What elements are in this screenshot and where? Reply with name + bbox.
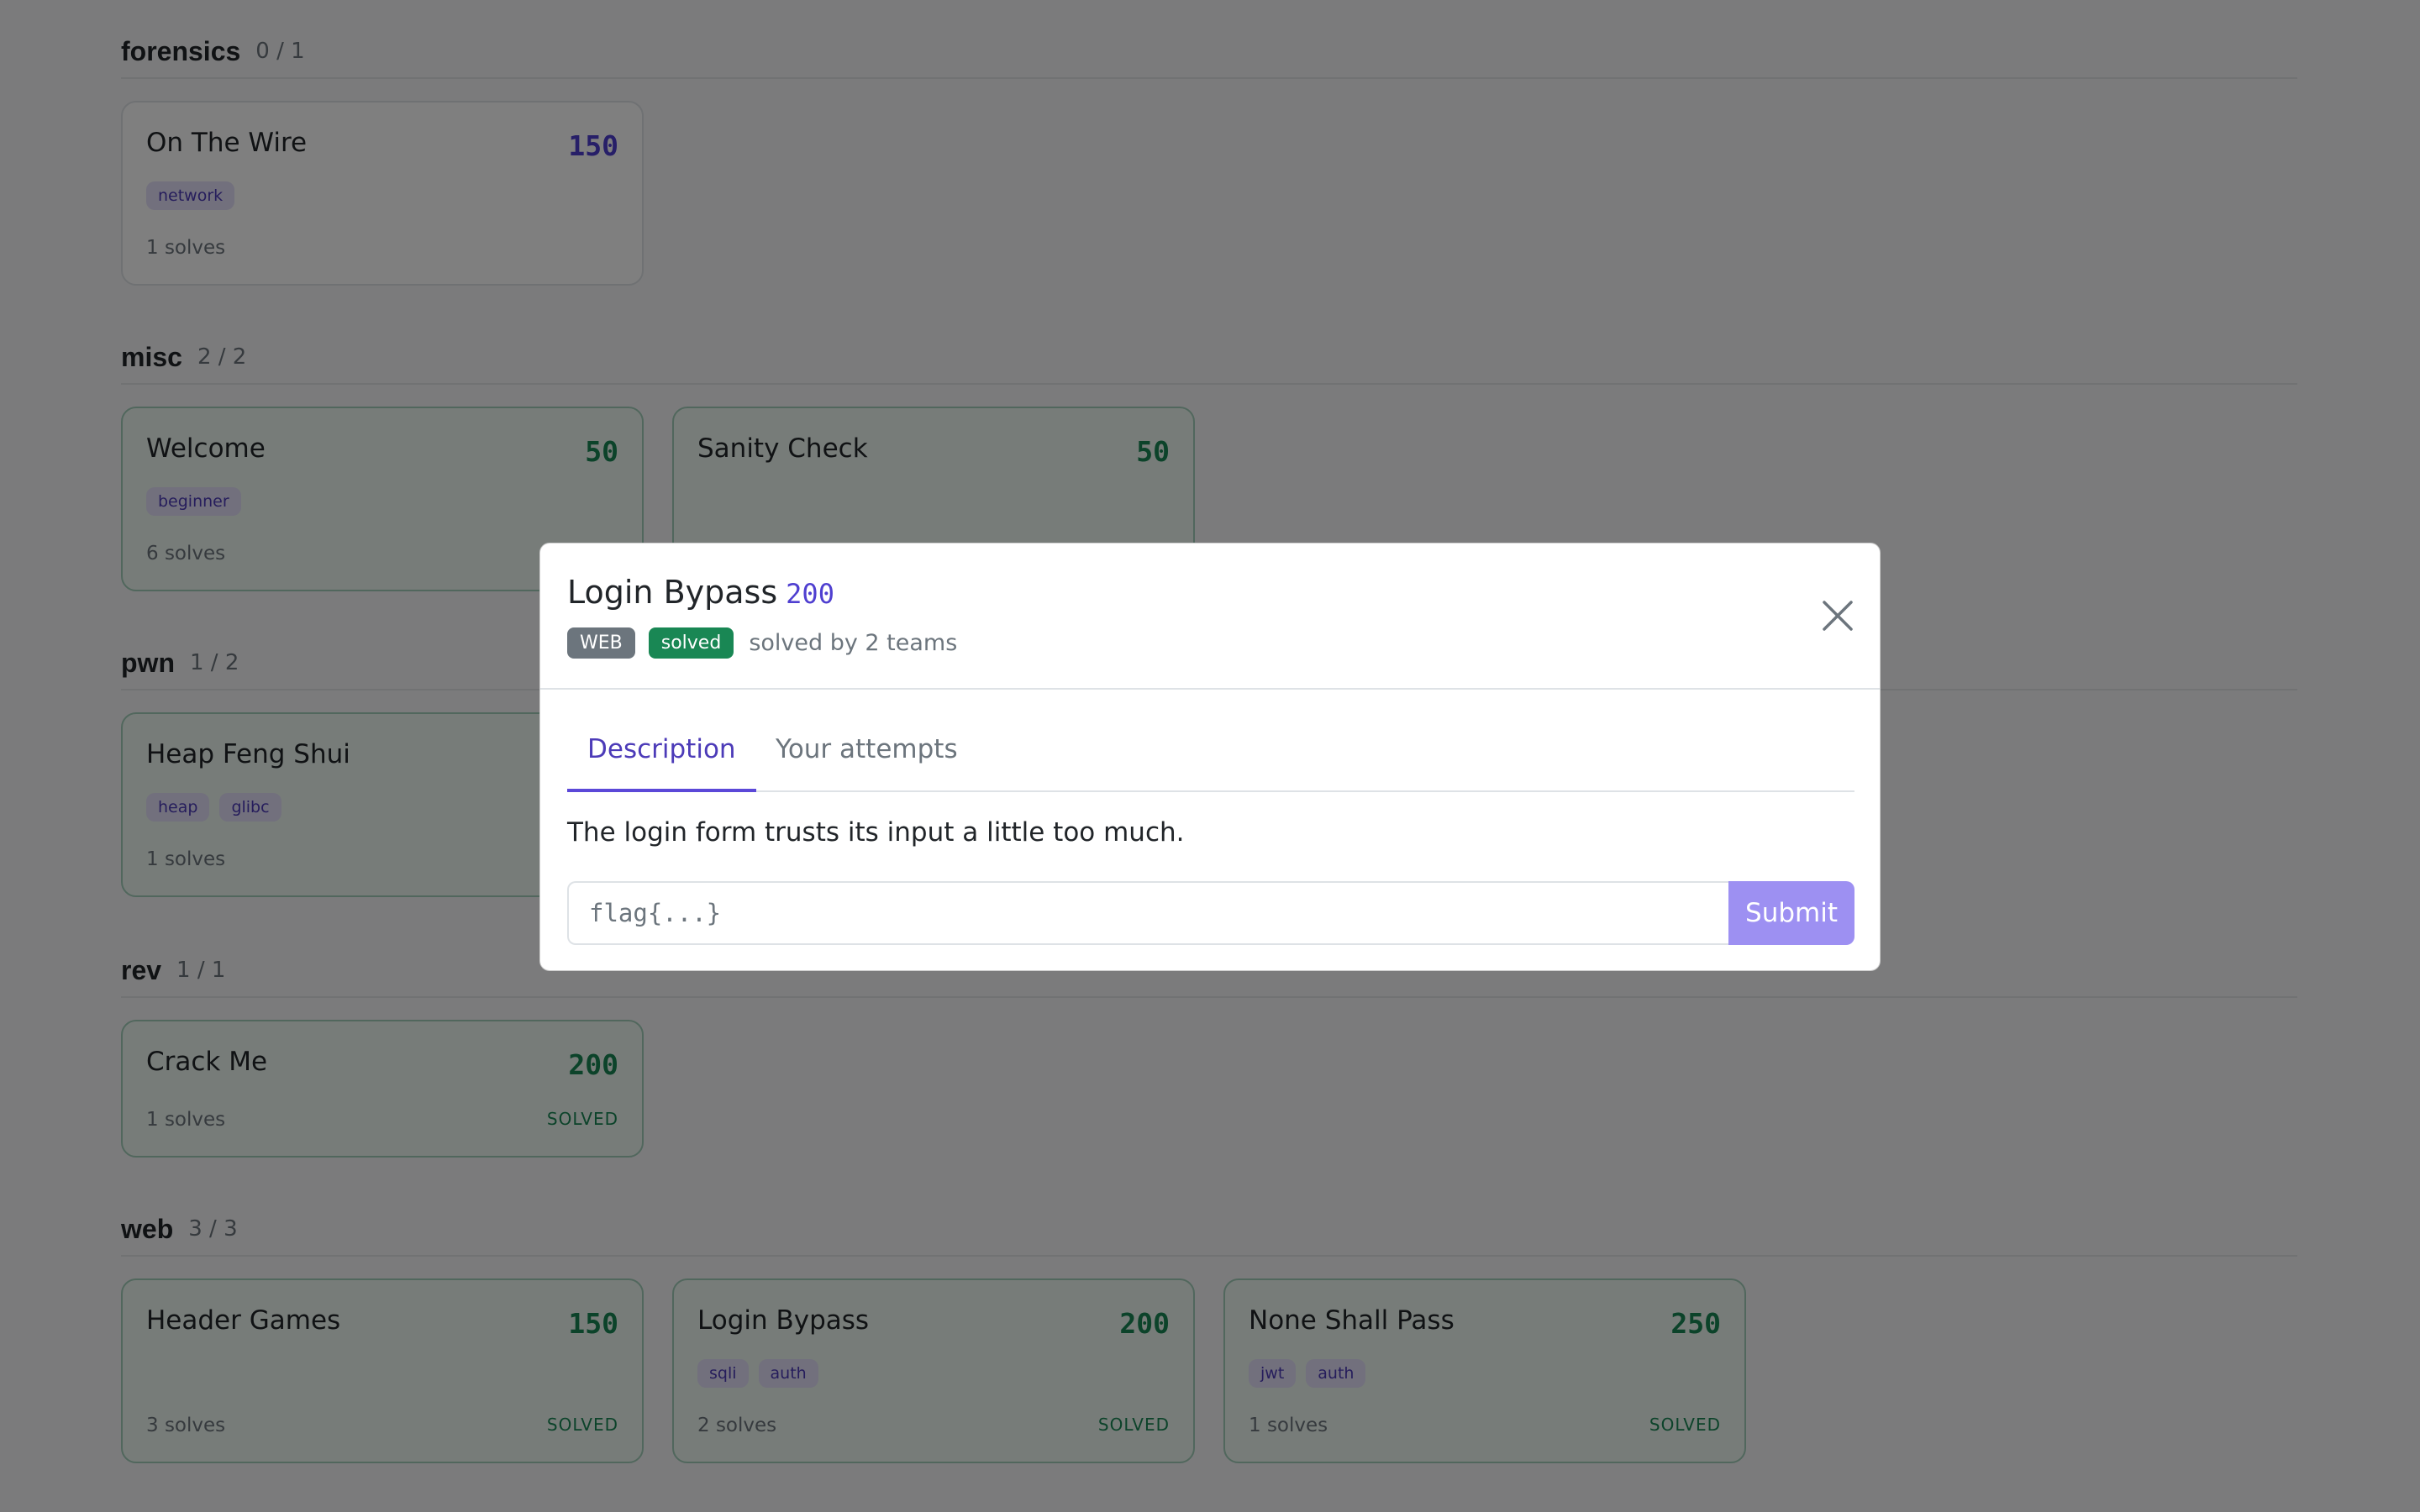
modal-badges: WEB solved solved by 2 teams xyxy=(567,627,957,659)
close-icon xyxy=(1823,601,1853,631)
challenge-description: The login form trusts its input a little… xyxy=(567,817,1185,848)
challenge-modal: Login Bypass 200 WEB solved solved by 2 t… xyxy=(539,543,1881,971)
modal-tabs: Description Your attempts xyxy=(567,723,1854,792)
modal-title-row: Login Bypass 200 xyxy=(567,574,834,611)
modal-header: Login Bypass 200 WEB solved solved by 2 t… xyxy=(540,543,1880,690)
tab-your-attempts[interactable]: Your attempts xyxy=(755,723,978,792)
modal-points: 200 xyxy=(786,578,834,610)
submit-button[interactable]: Submit xyxy=(1728,881,1854,945)
close-button[interactable] xyxy=(1819,597,1856,634)
tab-description[interactable]: Description xyxy=(567,723,756,792)
solved-by-text: solved by 2 teams xyxy=(749,630,958,656)
flag-input[interactable] xyxy=(567,881,1730,945)
modal-title: Login Bypass xyxy=(567,574,778,611)
solved-badge: solved xyxy=(648,627,734,659)
category-badge: WEB xyxy=(567,627,635,659)
